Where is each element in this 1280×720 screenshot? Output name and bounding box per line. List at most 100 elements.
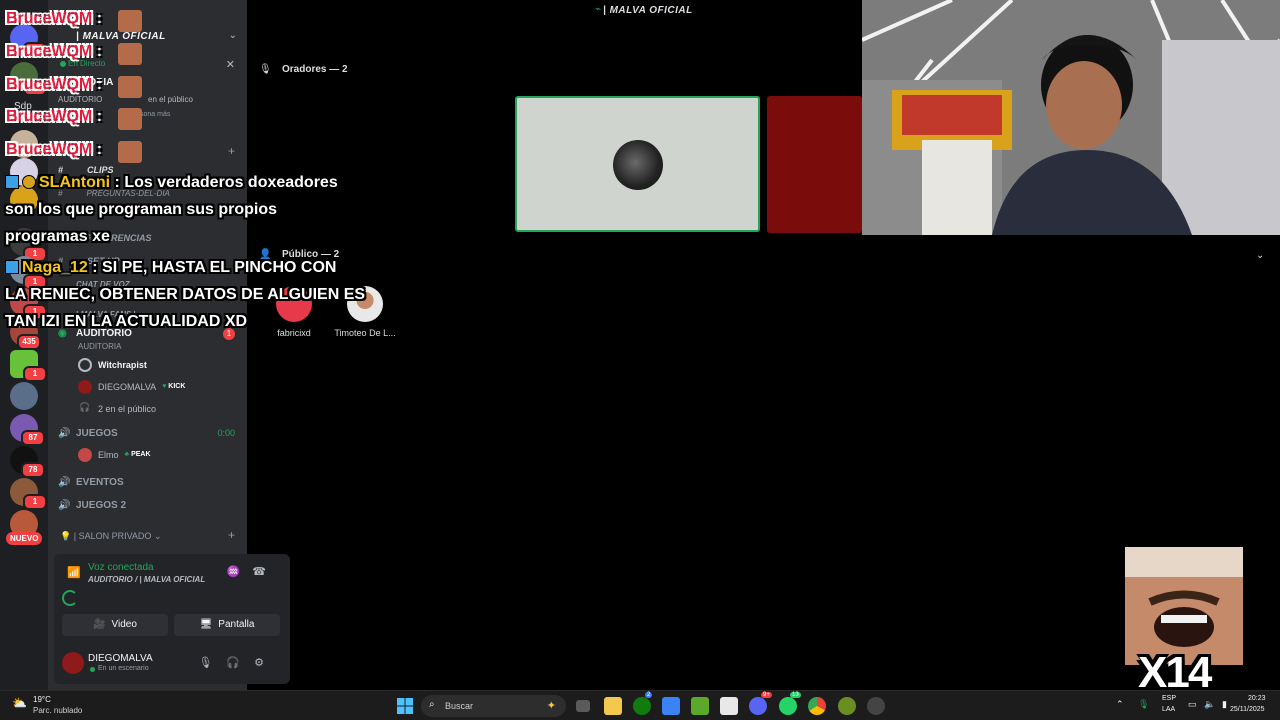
chat-username: BruceWQM : xyxy=(6,76,102,94)
whatsapp-icon[interactable] xyxy=(779,697,797,715)
server-rail: 7 22 Sdp 1 1 1 435 1 87 78 1 NUEVO xyxy=(0,0,48,690)
new-badge: NUEVO xyxy=(6,532,43,545)
video-button[interactable]: 🎥 Video xyxy=(62,614,168,636)
speakers-heading: Oradores — 2 xyxy=(282,64,348,75)
channel-label: JUEGOS 2 xyxy=(76,500,127,511)
signal-icon[interactable]: 📶 xyxy=(67,566,81,579)
rail-badge: 1 xyxy=(23,494,47,510)
speaker-tile[interactable] xyxy=(515,96,760,232)
chevron-down-icon[interactable]: ⌄ xyxy=(1256,250,1264,261)
soundboard-icon[interactable]: ♒ xyxy=(227,566,253,578)
windows-start-icon[interactable] xyxy=(397,698,413,714)
voice-controls[interactable]: ♒☎ xyxy=(227,565,278,578)
xbox-icon[interactable] xyxy=(633,697,651,715)
app-badge: 2 xyxy=(645,692,653,698)
server-name: | MALVA OFICIAL xyxy=(76,31,166,42)
app-badge: 9+ xyxy=(761,692,772,698)
taskbar-search[interactable]: ⌕ Buscar ✦ xyxy=(421,695,566,717)
live-more: sona más xyxy=(140,111,171,118)
speaker-tile[interactable] xyxy=(767,96,862,233)
copilot-icon: ✦ xyxy=(546,700,556,712)
speaker-icon: 🔊 xyxy=(58,477,71,488)
audience-count-row[interactable]: 🎧 2 en el público xyxy=(78,402,156,420)
channel-timer: 0:00 xyxy=(217,428,235,438)
disconnect-icon[interactable]: ☎ xyxy=(252,566,278,578)
voice-user[interactable]: DIEGOMALVA ♥ KICK xyxy=(78,380,185,398)
colon: : xyxy=(96,141,103,158)
emote-icon xyxy=(118,10,142,32)
lightbulb-icon: 💡 xyxy=(60,531,72,541)
add-channel-icon[interactable]: + xyxy=(228,144,235,158)
user-name: Witchrapist xyxy=(98,360,147,370)
avatar[interactable] xyxy=(62,652,84,674)
screen-share-button[interactable]: 🖥 Pantalla xyxy=(174,614,280,636)
user-name[interactable]: DIEGOMALVA xyxy=(88,653,153,664)
username-text: BruceWQM xyxy=(6,108,93,125)
chat-message: Naga_12 : SI PE, HASTA EL PINCHO CON xyxy=(5,259,336,277)
obs-icon[interactable] xyxy=(867,697,885,715)
voice-status[interactable]: Voz conectada xyxy=(88,562,154,573)
app-icon[interactable] xyxy=(838,697,856,715)
chat-text: : SI PE, HASTA EL PINCHO CON xyxy=(87,259,337,276)
username-text: BruceWQM xyxy=(6,43,93,60)
voice-user[interactable]: Witchrapist xyxy=(78,358,147,376)
voice-channel-juegos[interactable]: 🔊 JUEGOS xyxy=(58,428,118,439)
monitor-icon[interactable]: ▭ xyxy=(1188,699,1197,710)
user-controls[interactable]: 🎙🎧⚙ xyxy=(198,656,278,669)
discord-icon[interactable] xyxy=(749,697,767,715)
mic-icon[interactable]: 🎙 xyxy=(1138,699,1149,710)
lang-bottom[interactable]: LAA xyxy=(1162,706,1175,713)
minecraft-icon[interactable] xyxy=(691,697,709,715)
screen: 7 22 Sdp 1 1 1 435 1 87 78 1 NUEVO | MAL… xyxy=(0,0,1280,720)
chevron-up-icon[interactable]: ⌃ xyxy=(1116,699,1124,710)
emote-icon xyxy=(118,76,142,98)
voice-channel-eventos[interactable]: 🔊 EVENTOS xyxy=(58,477,124,488)
avatar xyxy=(613,140,663,190)
battery-icon[interactable]: ▮ xyxy=(1222,699,1227,710)
chat-message-cont: TAN IZI EN LA ACTUALIDAD XD xyxy=(5,313,248,330)
file-explorer-icon[interactable] xyxy=(604,697,622,715)
close-icon[interactable]: ✕ xyxy=(226,58,235,71)
tag-label: PEAK xyxy=(131,451,151,459)
badge-icon xyxy=(22,175,36,189)
volume-icon[interactable]: 🔈 xyxy=(1204,699,1215,710)
avatar xyxy=(78,358,92,372)
mic-icon: 🎙 xyxy=(259,64,272,75)
search-icon: ⌕ xyxy=(429,699,435,710)
headphones-icon[interactable]: 🎧 xyxy=(226,657,254,669)
clock-time[interactable]: 20:23 xyxy=(1248,695,1266,702)
store-icon[interactable] xyxy=(662,697,680,715)
tag-label: KICK xyxy=(168,383,186,391)
emote-icon xyxy=(118,141,142,163)
weather-icon[interactable]: ⛅ xyxy=(12,696,28,710)
kick-tag: ♥ KICK xyxy=(162,383,186,391)
chat-message-cont: programas xe xyxy=(5,228,110,245)
chevron-down-icon[interactable]: ⌄ xyxy=(229,30,237,41)
user-status: En un escenario xyxy=(98,665,149,672)
rail-badge: 87 xyxy=(21,430,45,446)
voice-channel-juegos2[interactable]: 🔊 JUEGOS 2 xyxy=(58,500,126,511)
weather-temp[interactable]: 19°C xyxy=(33,695,51,704)
headphones-icon: 🎧 xyxy=(79,402,91,412)
voice-location: AUDITORIO / | MALVA OFICIAL xyxy=(88,575,206,584)
mic-icon[interactable]: 🎙 xyxy=(198,657,226,669)
weather-desc[interactable]: Parc. nublado xyxy=(33,706,82,715)
clock-date[interactable]: 25/11/2025 xyxy=(1230,706,1265,713)
activity-icon[interactable] xyxy=(62,590,78,606)
category-salon-privado[interactable]: 💡 | SALON PRIVADO ⌄ xyxy=(60,531,161,542)
chat-message-cont: LA RENIEC, OBTENER DATOS DE ALGUIEN ES xyxy=(5,286,366,303)
category-label: | SALON PRIVADO xyxy=(73,531,152,541)
gear-icon[interactable]: ⚙ xyxy=(254,657,278,669)
username-text: BruceWQM xyxy=(6,141,93,158)
chrome-icon[interactable] xyxy=(808,697,826,715)
task-view-icon[interactable] xyxy=(576,700,590,712)
chat-message-cont: son los que programan sus propios xyxy=(5,201,278,218)
server-icon[interactable] xyxy=(10,382,38,410)
app-icon[interactable] xyxy=(720,697,738,715)
lang-top[interactable]: ESP xyxy=(1162,695,1176,702)
user-name: Elmo xyxy=(98,450,119,460)
webcam-overlay xyxy=(862,0,1280,235)
add-channel-icon[interactable]: + xyxy=(228,528,235,542)
voice-user[interactable]: Elmo ♣ PEAK xyxy=(78,448,151,466)
webcam-feed xyxy=(862,0,1280,235)
